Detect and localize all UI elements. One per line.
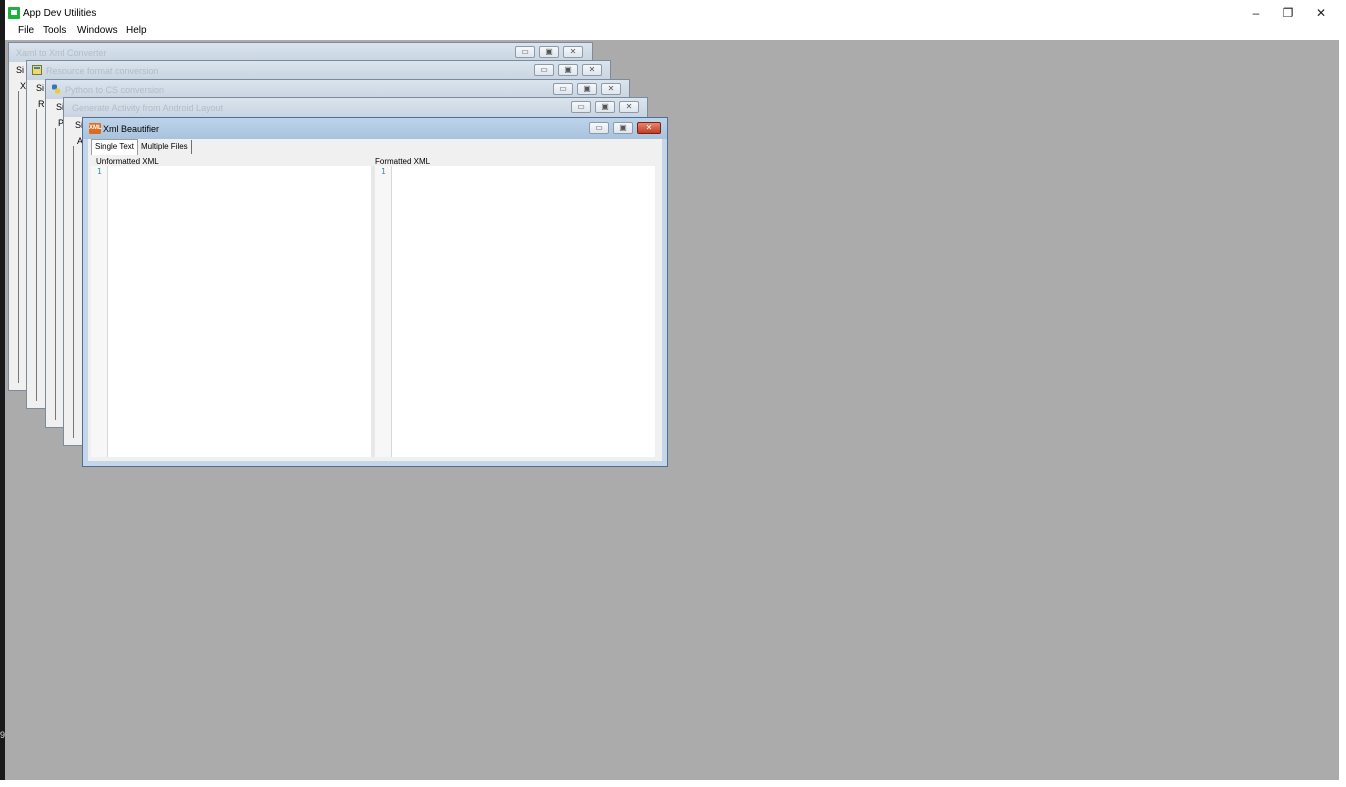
active-window-title: Xml Beautifier (103, 124, 160, 134)
menu-file[interactable]: File (18, 25, 34, 36)
menubar: File Tools Windows Help (5, 23, 1339, 40)
menu-tools[interactable]: Tools (43, 25, 66, 36)
child-maximize-button[interactable]: ▣ (558, 64, 578, 76)
child-close-button[interactable]: ✕ (582, 64, 602, 76)
peek-tab-label: Si (16, 65, 25, 75)
menu-help[interactable]: Help (126, 25, 147, 36)
child-titlebar[interactable]: Generate Activity from Android Layout ▭ … (64, 98, 647, 117)
child-close-button[interactable]: ✕ (601, 83, 621, 95)
peek-tab-label: Si (36, 83, 45, 93)
child-minimize-button[interactable]: ▭ (515, 46, 535, 58)
child-close-button[interactable]: ✕ (563, 46, 583, 58)
tab-strip: Single Text Multiple Files (88, 139, 662, 155)
child-title: Generate Activity from Android Layout (72, 103, 224, 113)
restore-button[interactable]: ❐ (1273, 4, 1303, 22)
child-title: Xaml to Xml Converter (16, 48, 107, 58)
child-maximize-button[interactable]: ▣ (539, 46, 559, 58)
minimize-button[interactable]: – (1241, 4, 1271, 22)
formatted-xml-editor[interactable]: 1 (375, 166, 655, 457)
pane-border (55, 128, 56, 420)
child-close-button[interactable]: ✕ (619, 101, 639, 113)
close-button[interactable]: ✕ (1306, 4, 1336, 22)
pane-border (73, 146, 74, 438)
child-minimize-button[interactable]: ▭ (534, 64, 554, 76)
child-maximize-button[interactable]: ▣ (577, 83, 597, 95)
menu-windows[interactable]: Windows (77, 25, 118, 36)
python-icon (52, 84, 60, 94)
child-title: Python to CS conversion (65, 85, 165, 95)
child-maximize-button[interactable]: ▣ (595, 101, 615, 113)
unformatted-xml-label: Unformatted XML (96, 157, 159, 166)
active-close-button[interactable]: ✕ (637, 122, 661, 134)
app-window: App Dev Utilities – ❐ ✕ File Tools Windo… (5, 0, 1339, 780)
pane-border (36, 109, 37, 401)
mdi-client-area: Xaml to Xml Converter ▭ ▣ ✕ Si X Resourc… (5, 40, 1339, 780)
unformatted-xml-editor[interactable]: 1 (91, 166, 371, 457)
app-icon (8, 7, 20, 19)
active-titlebar[interactable]: XML Xml Beautifier ▭ ▣ ✕ (83, 118, 667, 139)
xml-beautifier-window[interactable]: XML Xml Beautifier ▭ ▣ ✕ Single Text Mul… (82, 117, 668, 467)
tab-multiple-files[interactable]: Multiple Files (138, 140, 192, 154)
tab-single-text[interactable]: Single Text (91, 139, 138, 155)
peek-pane-label: R (38, 99, 45, 109)
line-number: 1 (381, 167, 386, 176)
resource-icon (32, 65, 42, 75)
window-client: Single Text Multiple Files Unformatted X… (88, 139, 662, 461)
line-number-gutter: 1 (91, 166, 108, 457)
app-title: App Dev Utilities (23, 8, 97, 19)
xml-file-icon: XML (89, 123, 102, 134)
active-maximize-button[interactable]: ▣ (613, 122, 633, 134)
active-minimize-button[interactable]: ▭ (589, 122, 609, 134)
pane-border (18, 91, 19, 383)
child-title: Resource format conversion (46, 66, 159, 76)
formatted-xml-label: Formatted XML (375, 157, 431, 166)
app-titlebar[interactable]: App Dev Utilities – ❐ ✕ (5, 0, 1339, 23)
child-minimize-button[interactable]: ▭ (553, 83, 573, 95)
line-number-gutter: 1 (375, 166, 392, 457)
child-minimize-button[interactable]: ▭ (571, 101, 591, 113)
line-number: 1 (97, 167, 102, 176)
child-titlebar[interactable]: Resource format conversion ▭ ▣ ✕ (27, 61, 610, 80)
